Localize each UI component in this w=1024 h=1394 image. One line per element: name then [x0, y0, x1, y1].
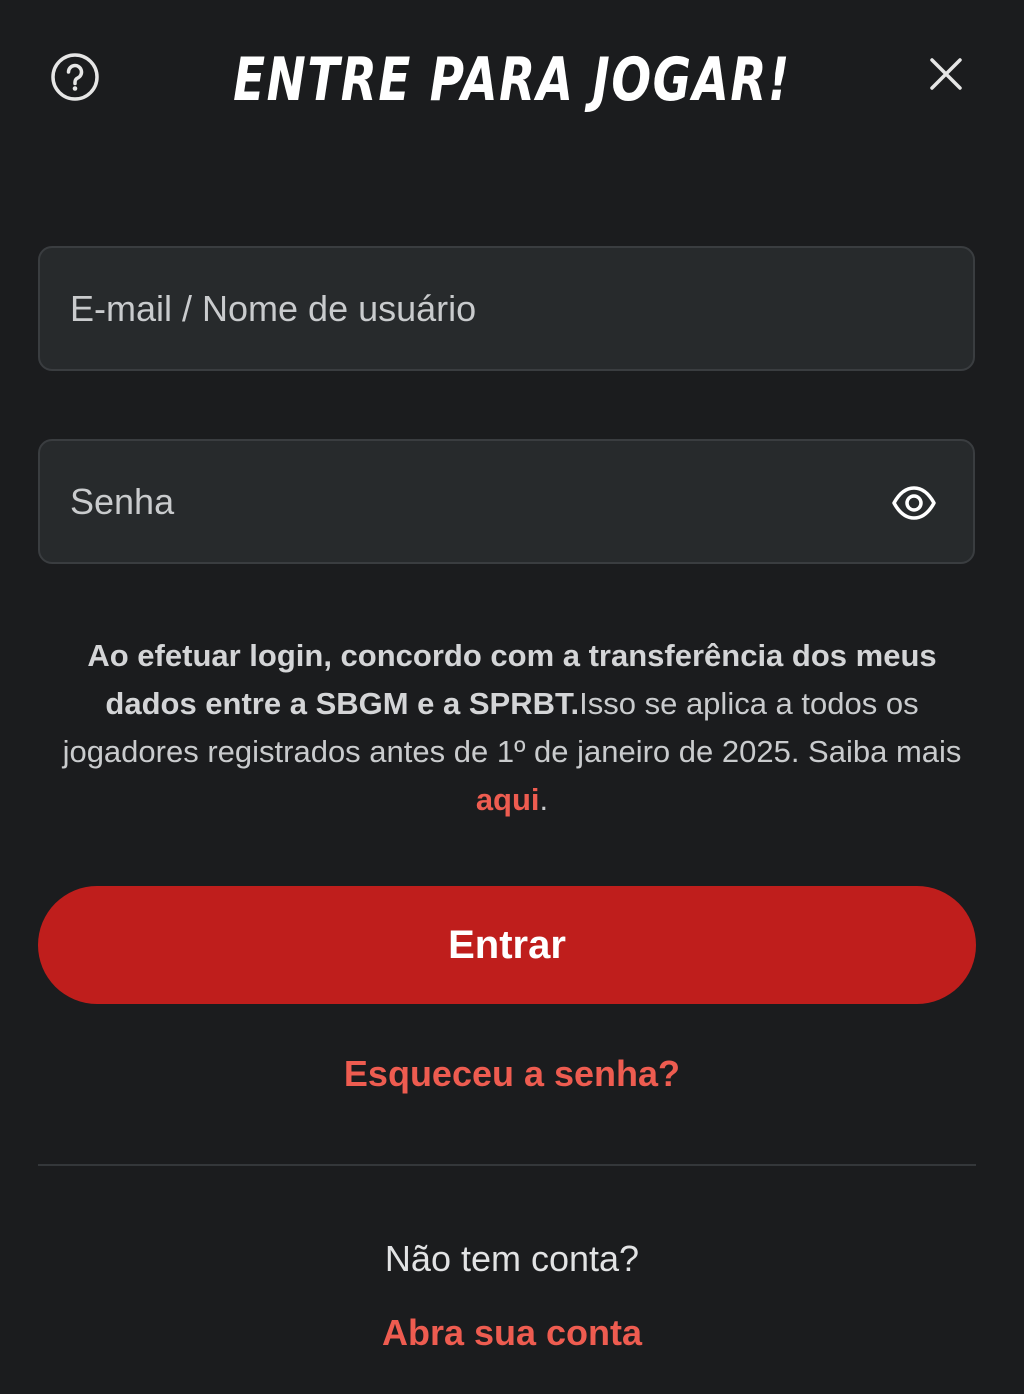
password-field: [38, 439, 975, 564]
login-button[interactable]: Entrar: [38, 886, 976, 1004]
toggle-password-visibility-button[interactable]: [890, 479, 938, 527]
close-button[interactable]: [922, 50, 970, 98]
divider: [38, 1164, 976, 1166]
data-transfer-notice: Ao efetuar login, concordo com a transfe…: [52, 632, 972, 824]
no-account-text: Não tem conta?: [384, 1238, 640, 1279]
username-field: [38, 246, 975, 371]
close-icon: [930, 58, 962, 90]
username-input[interactable]: [70, 248, 890, 369]
help-button[interactable]: [50, 52, 100, 102]
forgot-password-link[interactable]: Esqueceu a senha?: [0, 1048, 1024, 1100]
question-circle-icon: [51, 53, 99, 101]
signup-link[interactable]: Abra sua conta: [0, 1308, 1024, 1358]
password-input[interactable]: [70, 441, 890, 562]
modal-header: ENTRE PARA JOGAR!: [0, 0, 1024, 160]
modal-title: ENTRE PARA JOGAR!: [233, 45, 791, 115]
notice-trailing-period: .: [539, 782, 549, 817]
eye-icon: [892, 486, 936, 520]
learn-more-link[interactable]: aqui: [476, 782, 540, 817]
